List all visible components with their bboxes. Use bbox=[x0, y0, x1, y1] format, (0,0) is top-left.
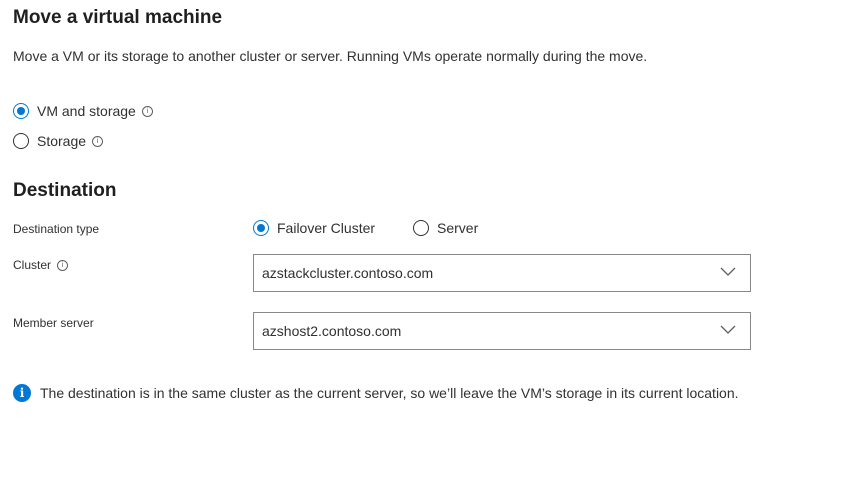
radio-server[interactable]: Server bbox=[413, 218, 478, 238]
chevron-down-icon bbox=[720, 325, 736, 334]
radio-button[interactable] bbox=[13, 133, 29, 149]
radio-label-server: Server bbox=[437, 220, 479, 236]
member-server-dropdown-value: azshost2.contoso.com bbox=[262, 323, 402, 339]
info-filled-icon: i bbox=[13, 384, 31, 402]
radio-label-storage: Storage bbox=[37, 133, 87, 149]
destination-section-title: Destination bbox=[13, 180, 117, 201]
cluster-dropdown[interactable]: azstackcluster.contoso.com bbox=[253, 254, 751, 292]
radio-button[interactable] bbox=[413, 220, 429, 236]
chevron-down-icon bbox=[720, 267, 736, 276]
radio-label-failover-cluster: Failover Cluster bbox=[277, 220, 376, 236]
radio-button-checked[interactable] bbox=[13, 103, 29, 119]
member-server-dropdown[interactable]: azshost2.contoso.com bbox=[253, 312, 751, 350]
info-message-text: The destination is in the same cluster a… bbox=[40, 385, 739, 401]
info-icon[interactable]: i bbox=[57, 259, 69, 271]
member-server-label: Member server bbox=[13, 316, 94, 330]
destination-type-label: Destination type bbox=[13, 222, 100, 236]
page-title: Move a virtual machine bbox=[13, 7, 223, 28]
radio-button-checked[interactable] bbox=[253, 220, 269, 236]
info-icon[interactable]: i bbox=[141, 105, 153, 117]
radio-label-vm-and-storage: VM and storage bbox=[37, 103, 136, 119]
radio-storage[interactable]: Storage i bbox=[13, 131, 104, 151]
cluster-label: Cluster bbox=[13, 258, 52, 272]
cluster-dropdown-value: azstackcluster.contoso.com bbox=[262, 265, 434, 281]
cluster-label-row: Cluster i bbox=[13, 257, 69, 273]
info-message: i The destination is in the same cluster… bbox=[13, 383, 739, 403]
info-icon[interactable]: i bbox=[92, 135, 104, 147]
radio-failover-cluster[interactable]: Failover Cluster bbox=[253, 218, 375, 238]
radio-vm-and-storage[interactable]: VM and storage i bbox=[13, 101, 153, 121]
page-description: Move a VM or its storage to another clus… bbox=[13, 48, 648, 64]
